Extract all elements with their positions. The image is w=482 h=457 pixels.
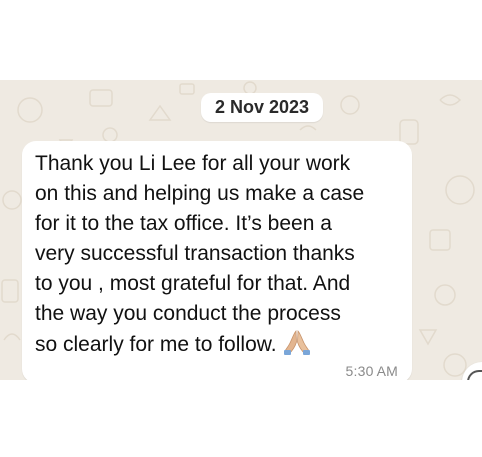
date-chip-label: 2 Nov 2023 bbox=[214, 97, 310, 117]
message-line: the way you conduct the process bbox=[35, 302, 341, 325]
message-text: Thank you Li Lee for all your work on th… bbox=[35, 149, 407, 360]
date-chip: 2 Nov 2023 bbox=[201, 93, 323, 122]
message-timestamp: 5:30 AM bbox=[345, 363, 398, 379]
reaction-icon bbox=[467, 370, 482, 380]
chat-area: 2 Nov 2023 Thank you Li Lee for all your… bbox=[0, 80, 482, 380]
message-line: Thank you Li Lee for all your work bbox=[35, 152, 351, 175]
message-line: so clearly for me to follow. bbox=[35, 333, 277, 356]
message-line: to you , most grateful for that. And bbox=[35, 272, 351, 295]
message-line: on this and helping us make a case bbox=[35, 182, 365, 205]
folded-hands-icon bbox=[283, 330, 310, 355]
message-line: for it to the tax office. It’s been a bbox=[35, 212, 332, 235]
message-bubble[interactable]: Thank you Li Lee for all your work on th… bbox=[22, 141, 412, 380]
message-last-line: so clearly for me to follow. bbox=[35, 329, 407, 360]
message-line: very successful transaction thanks bbox=[35, 242, 355, 265]
